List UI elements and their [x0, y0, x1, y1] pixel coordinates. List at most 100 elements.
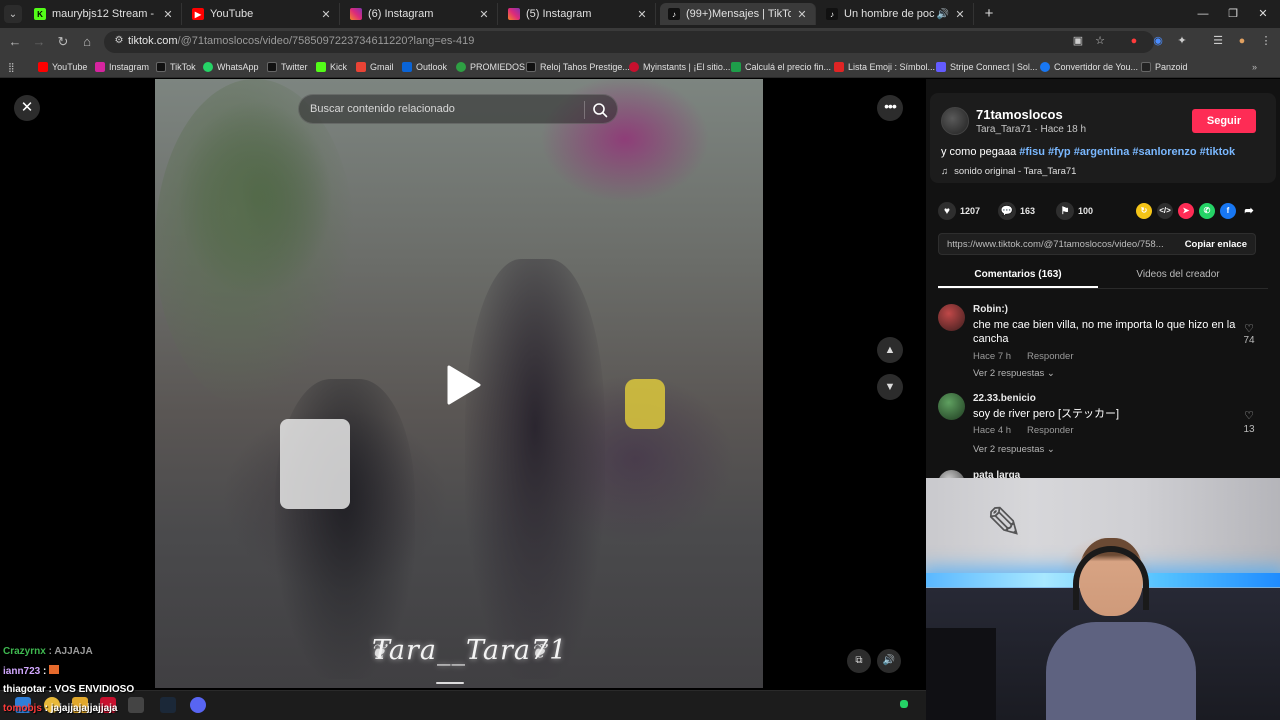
restore-icon[interactable]: ❐ [1218, 5, 1248, 23]
bookmark-item[interactable]: TikTok [156, 60, 196, 74]
bookmark-item[interactable]: Stripe Connect | Sol... [936, 60, 1037, 74]
like-button[interactable]: ♥ 1207 [938, 202, 980, 220]
speaker-icon[interactable]: 🔊 [937, 9, 949, 20]
new-tab-button[interactable]: + [980, 5, 998, 23]
repost-icon[interactable]: ↻ [1136, 203, 1152, 219]
apps-grid-icon[interactable]: ⣿ [8, 60, 15, 74]
close-tab-icon[interactable]: ✕ [477, 8, 491, 21]
whatsapp-share-icon[interactable]: ✆ [1199, 203, 1215, 219]
bookmark-item[interactable]: Lista Emoji : Símbol... [834, 60, 935, 74]
bookmark-item[interactable]: Kick [316, 60, 347, 74]
comment-username[interactable]: 22.33.benicio [973, 393, 1036, 404]
next-video-button[interactable]: ▼ [877, 374, 903, 400]
close-tab-icon[interactable]: ✕ [795, 8, 809, 21]
reload-icon[interactable]: ↻ [54, 33, 72, 51]
bookmark-item[interactable]: YouTube [38, 60, 87, 74]
close-tab-icon[interactable]: ✕ [635, 8, 649, 21]
hashtag-link[interactable]: #fisu [1019, 146, 1045, 158]
facebook-share-icon[interactable]: f [1220, 203, 1236, 219]
address-bar[interactable]: ⚙ tiktok.com/@71tamoslocos/video/7585097… [104, 31, 1154, 53]
hashtag-link[interactable]: #argentina [1074, 146, 1130, 158]
browser-menu-icon[interactable]: ⋮ [1258, 33, 1274, 49]
play-icon[interactable] [441, 363, 485, 407]
tab-search-icon[interactable]: ☰ [1210, 33, 1226, 49]
bookmark-item[interactable]: Myinstants | ¡El sitio... [629, 60, 730, 74]
bookmark-item[interactable]: WhatsApp [203, 60, 259, 74]
close-video-button[interactable]: ✕ [14, 95, 40, 121]
cast-icon[interactable]: ▣ [1070, 33, 1086, 49]
search-icon[interactable] [591, 101, 609, 119]
home-icon[interactable]: ⌂ [78, 33, 96, 51]
tab-search-button[interactable]: ⌄ [4, 5, 22, 23]
bookmark-item[interactable]: Reloj Tahos Prestige... [526, 60, 630, 74]
share-arrow-icon[interactable]: ➦ [1241, 203, 1257, 219]
tab-creator-videos[interactable]: Videos del creador [1098, 269, 1258, 280]
bookmark-item[interactable]: Gmail [356, 60, 394, 74]
tab-instagram-5[interactable]: (5) Instagram ✕ [500, 3, 656, 25]
reply-button[interactable]: Responder [1027, 425, 1073, 436]
back-icon[interactable]: ← [6, 33, 24, 51]
sound-link[interactable]: ♫ sonido original - Tara_Tara71 [941, 166, 1076, 177]
streamer [1046, 538, 1196, 720]
tab-instagram-6[interactable]: (6) Instagram ✕ [342, 3, 498, 25]
forward-icon[interactable]: → [30, 33, 48, 51]
emoji-list-icon [834, 62, 844, 72]
wing-icon: ❦ [370, 639, 388, 663]
send-to-friends-icon[interactable]: ➤ [1178, 203, 1194, 219]
video-link-text[interactable]: https://www.tiktok.com/@71tamoslocos/vid… [947, 239, 1179, 250]
bookmark-item[interactable]: Panzoid [1141, 60, 1188, 74]
comment-item: Robin:) che me cae bien villa, no me imp… [938, 304, 1268, 384]
steam-icon[interactable] [160, 697, 176, 713]
extension-audio-icon[interactable]: ◉ [1150, 33, 1166, 49]
save-button[interactable]: ⚑ 100 [1056, 202, 1093, 220]
tab-youtube[interactable]: ▶ YouTube ✕ [184, 3, 340, 25]
bookmark-item[interactable]: PROMIEDOS [456, 60, 525, 74]
previous-video-button[interactable]: ▲ [877, 337, 903, 363]
bookmark-item[interactable]: Instagram [95, 60, 149, 74]
copy-link-button[interactable]: Copiar enlace [1185, 239, 1247, 250]
hashtag-link[interactable]: #fyp [1048, 146, 1071, 158]
extension-record-icon[interactable]: ● [1126, 33, 1142, 49]
reply-button[interactable]: Responder [1027, 351, 1073, 362]
floating-player-button[interactable]: ⧉ [847, 649, 871, 673]
bookmark-item[interactable]: Outlook [402, 60, 447, 74]
hashtag-link[interactable]: #sanlorenzo [1132, 146, 1196, 158]
author-username[interactable]: 71tamoslocos [976, 107, 1063, 122]
minimize-icon[interactable]: — [1188, 5, 1218, 23]
volume-button[interactable]: 🔊 [877, 649, 901, 673]
more-bookmarks-icon[interactable]: » [1252, 60, 1257, 74]
url-text[interactable]: tiktok.com/@71tamoslocos/video/758509722… [128, 35, 474, 47]
close-window-icon[interactable]: ✕ [1248, 5, 1278, 23]
author-avatar[interactable] [941, 107, 969, 135]
related-search-bar[interactable]: Buscar contenido relacionado [298, 94, 618, 124]
view-replies-button[interactable]: Ver 2 respuestas ⌄ [973, 368, 1055, 379]
tab-tiktok-messages[interactable]: ♪ (99+)Mensajes | TikTok ✕ [660, 3, 816, 25]
extensions-icon[interactable]: ✦ [1174, 33, 1190, 49]
comment-avatar[interactable] [938, 304, 965, 331]
more-options-button[interactable]: ••• [877, 95, 903, 121]
close-tab-icon[interactable]: ✕ [953, 8, 967, 21]
bookmark-star-icon[interactable]: ☆ [1092, 33, 1108, 49]
embed-icon[interactable]: </> [1157, 203, 1173, 219]
profile-avatar-icon[interactable]: ● [1234, 33, 1250, 49]
close-tab-icon[interactable]: ✕ [319, 8, 333, 21]
comment-username[interactable]: Robin:) [973, 304, 1008, 315]
comment-button[interactable]: 💬 163 [998, 202, 1035, 220]
tab-tiktok-video[interactable]: ♪ Un hombre de pocas palabras 🔊 ✕ [818, 3, 974, 25]
comment-heart-icon[interactable]: ♡ [1241, 322, 1257, 335]
tray-icon[interactable] [900, 700, 908, 708]
discord-icon[interactable] [190, 697, 206, 713]
comment-heart-icon[interactable]: ♡ [1241, 409, 1257, 422]
hashtag-link[interactable]: #tiktok [1200, 146, 1235, 158]
tab-kick[interactable]: K maurybjs12 Stream - Watch Live ✕ [26, 3, 182, 25]
tab-comments[interactable]: Comentarios (163) [938, 269, 1098, 280]
bookmark-item[interactable]: Calculá el precio fin... [731, 60, 831, 74]
bookmark-item[interactable]: Twitter [267, 60, 308, 74]
comment-avatar[interactable] [938, 393, 965, 420]
bookmark-item[interactable]: Convertidor de You... [1040, 60, 1138, 74]
view-replies-button[interactable]: Ver 2 respuestas ⌄ [973, 444, 1055, 455]
close-tab-icon[interactable]: ✕ [161, 8, 175, 21]
follow-button[interactable]: Seguir [1192, 109, 1256, 133]
video-progress-bar[interactable] [436, 682, 464, 684]
site-info-icon[interactable]: ⚙ [112, 35, 126, 49]
